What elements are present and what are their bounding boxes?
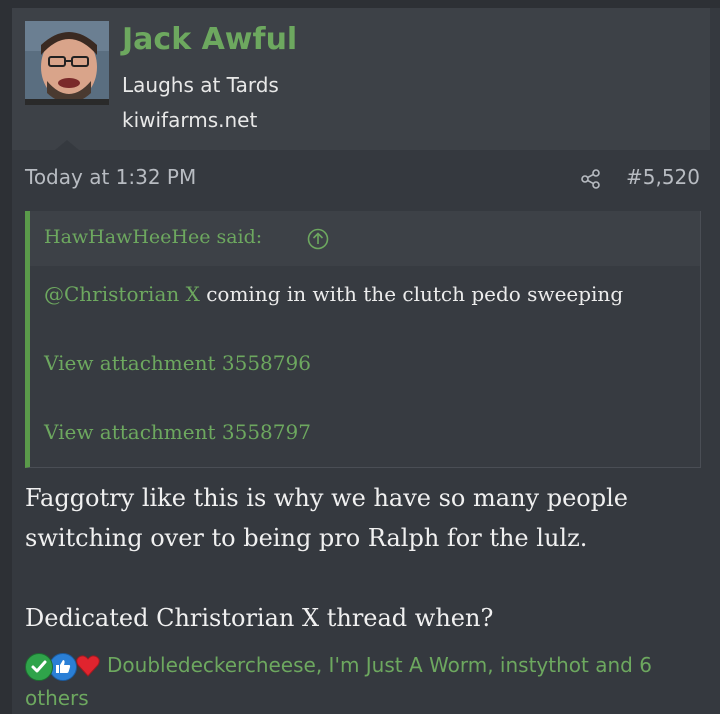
attachment-link[interactable]: View attachment 3558797 <box>44 420 311 444</box>
message-line: Faggotry like this is why we have so man… <box>25 484 628 512</box>
user-site: kiwifarms.net <box>122 108 258 132</box>
thumbs-up-icon <box>49 653 77 681</box>
message-line: Dedicated Christorian X thread when? <box>25 604 494 632</box>
quote-header: HawHawHeeHee said: <box>30 211 700 267</box>
quote-author-link[interactable]: HawHawHeeHee said: <box>44 226 262 248</box>
share-icon[interactable] <box>580 168 602 194</box>
post: Jack Awful Laughs at Tards kiwifarms.net… <box>12 8 720 714</box>
arrow-up-circle-icon[interactable] <box>307 228 329 254</box>
reaction-others-link[interactable]: others <box>25 686 89 710</box>
quote-body: @Christorian X coming in with the clutch… <box>30 266 700 467</box>
attachment-link[interactable]: View attachment 3558796 <box>44 351 311 375</box>
mention-link[interactable]: @Christorian X <box>44 282 200 306</box>
avatar[interactable] <box>25 21 109 105</box>
post-meta: Today at 1:32 PM #5,520 <box>12 150 710 196</box>
user-bar: Jack Awful Laughs at Tards kiwifarms.net <box>12 8 710 150</box>
user-bar-arrow <box>55 140 79 150</box>
message-line: switching over to being pro Ralph for th… <box>25 524 588 552</box>
reaction-icons[interactable] <box>25 653 100 681</box>
post-number[interactable]: #5,520 <box>626 165 700 189</box>
check-icon <box>25 653 53 681</box>
quote-block: HawHawHeeHee said: @Christorian X coming… <box>25 211 701 468</box>
post-timestamp[interactable]: Today at 1:32 PM <box>25 165 196 189</box>
username-link[interactable]: Jack Awful <box>122 22 297 57</box>
user-title: Laughs at Tards <box>122 73 279 97</box>
reaction-users-link[interactable]: Doubledeckercheese, I'm Just A Worm, ins… <box>107 653 652 677</box>
quote-text: @Christorian X coming in with the clutch… <box>44 282 623 306</box>
quote-text-content: coming in with the clutch pedo sweeping <box>206 282 624 306</box>
heart-icon <box>75 654 101 680</box>
